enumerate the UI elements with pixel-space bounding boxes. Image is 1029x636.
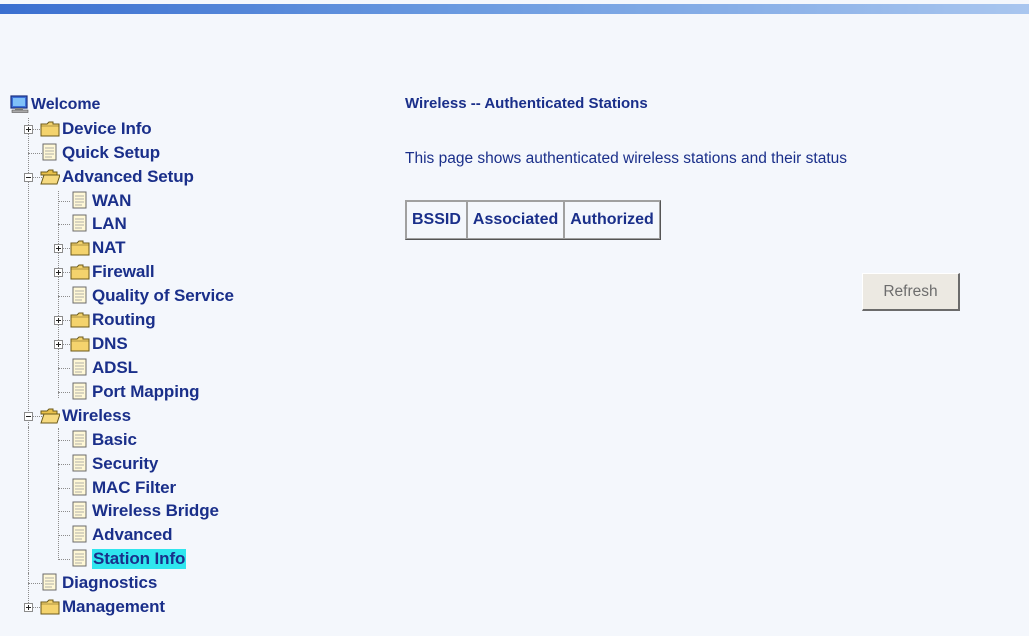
open-folder-icon (40, 168, 60, 186)
folder-icon (40, 120, 60, 138)
expand-plus-icon[interactable] (54, 316, 63, 325)
tree-item-label: Port Mapping (92, 382, 200, 401)
document-icon (70, 382, 90, 400)
tree-item-label: Welcome (31, 96, 101, 113)
folder-icon (70, 239, 90, 257)
expand-plus-icon[interactable] (54, 244, 63, 253)
expand-plus-icon[interactable] (54, 340, 63, 349)
document-icon (40, 573, 60, 591)
page-description: This page shows authenticated wireless s… (405, 150, 847, 167)
tree-connector (58, 201, 70, 202)
tree-item-quality-of-service[interactable]: Quality of Service (10, 284, 290, 308)
folder-icon (70, 311, 90, 329)
tree-connector (58, 368, 70, 369)
document-icon (70, 525, 90, 543)
tree-item-routing[interactable]: Routing (10, 308, 210, 332)
tree-item-label: Device Info (62, 119, 152, 138)
tree-item-mac-filter[interactable]: MAC Filter (10, 476, 230, 500)
tree-item-nat[interactable]: NAT (10, 236, 210, 260)
tree-item-firewall[interactable]: Firewall (10, 260, 210, 284)
document-icon (70, 358, 90, 376)
tree-item-wireless[interactable]: Wireless (10, 404, 210, 428)
tree-item-label: Advanced (92, 525, 173, 544)
expand-plus-icon[interactable] (24, 125, 33, 134)
expand-plus-icon[interactable] (54, 268, 63, 277)
tree-item-dns[interactable]: DNS (10, 332, 210, 356)
tree-item-label: Quality of Service (92, 286, 234, 305)
tree-item-station-info[interactable]: Station Info (10, 547, 230, 571)
tree-item-management[interactable]: Management (10, 595, 230, 619)
tree-item-label: Basic (92, 430, 137, 449)
tree-item-label: Management (62, 597, 165, 616)
column-header-associated: Associated (466, 201, 565, 239)
expand-plus-icon[interactable] (24, 603, 33, 612)
tree-item-label: Diagnostics (62, 573, 158, 592)
tree-item-label: WAN (92, 191, 132, 210)
folder-icon (40, 598, 60, 616)
tree-item-label: Quick Setup (62, 143, 161, 162)
tree-item-wireless-bridge[interactable]: Wireless Bridge (10, 499, 270, 523)
folder-icon (70, 335, 90, 353)
tree-item-basic[interactable]: Basic (10, 428, 210, 452)
tree-item-wan[interactable]: WAN (10, 189, 210, 213)
tree-item-label: DNS (92, 334, 128, 353)
tree-item-diagnostics[interactable]: Diagnostics (10, 571, 210, 595)
tree-item-advanced[interactable]: Advanced (10, 523, 230, 547)
stations-table: BSSID Associated Authorized (405, 200, 661, 240)
tree-connector (58, 511, 70, 512)
tree-connector (58, 392, 70, 393)
tree-item-label: MAC Filter (92, 478, 177, 497)
tree-item-label: Firewall (92, 262, 155, 281)
tree-connector (58, 224, 70, 225)
top-banner-bar (0, 4, 1029, 14)
tree-item-label: Security (92, 454, 159, 473)
document-icon (70, 191, 90, 209)
tree-item-quick-setup[interactable]: Quick Setup (10, 141, 210, 165)
tree-connector (58, 296, 70, 297)
tree-item-label: Advanced Setup (62, 167, 194, 186)
document-icon (40, 143, 60, 161)
tree-item-security[interactable]: Security (10, 452, 210, 476)
tree-item-port-mapping[interactable]: Port Mapping (10, 380, 250, 404)
tree-item-label: Wireless Bridge (92, 501, 219, 520)
tree-connector (58, 464, 70, 465)
tree-item-lan[interactable]: LAN (10, 212, 210, 236)
document-icon (70, 214, 90, 232)
tree-connector (58, 559, 70, 560)
computer-icon (10, 95, 30, 113)
main-content: Wireless -- Authenticated Stations (405, 95, 648, 112)
refresh-button[interactable]: Refresh (862, 273, 960, 311)
tree-item-advanced-setup[interactable]: Advanced Setup (10, 165, 250, 189)
tree-item-label: Station Info (92, 549, 187, 569)
tree-item-label: Routing (92, 310, 156, 329)
collapse-minus-icon[interactable] (24, 412, 33, 421)
folder-icon (70, 263, 90, 281)
collapse-minus-icon[interactable] (24, 173, 33, 182)
tree-item-label: NAT (92, 238, 126, 257)
page-title: Wireless -- Authenticated Stations (405, 95, 648, 112)
document-icon (70, 501, 90, 519)
open-folder-icon (40, 407, 60, 425)
tree-item-device-info[interactable]: Device Info (10, 117, 210, 141)
document-icon (70, 454, 90, 472)
table-header-row: BSSID Associated Authorized (406, 201, 660, 239)
tree-item-adsl[interactable]: ADSL (10, 356, 210, 380)
tree-item-label: LAN (92, 214, 127, 233)
tree-connector (58, 488, 70, 489)
document-icon (70, 430, 90, 448)
tree-connector (58, 535, 70, 536)
column-header-authorized: Authorized (564, 201, 660, 239)
tree-item-label: ADSL (92, 358, 138, 377)
document-icon (70, 549, 90, 567)
tree-item-label: Wireless (62, 406, 131, 425)
document-icon (70, 286, 90, 304)
tree-connector (58, 440, 70, 441)
column-header-bssid: BSSID (406, 201, 467, 239)
document-icon (70, 478, 90, 496)
